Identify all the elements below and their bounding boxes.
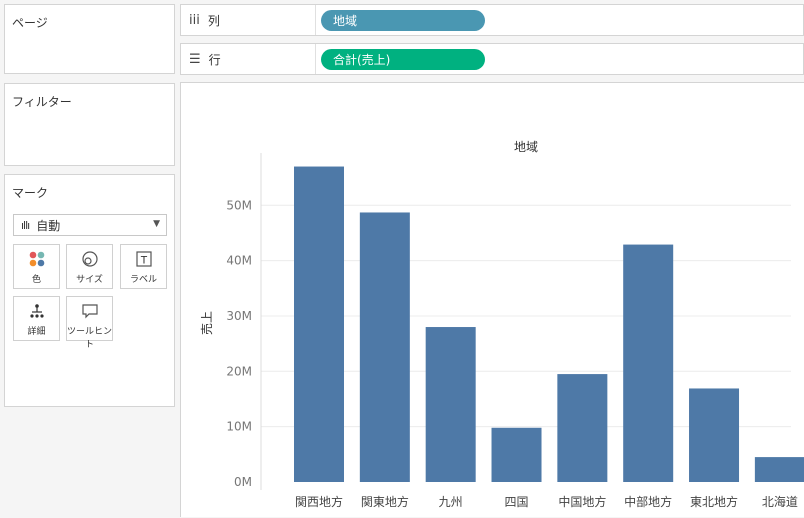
x-tick-label: 中国地方 bbox=[558, 494, 606, 509]
label-button[interactable]: T ラベル bbox=[120, 244, 167, 289]
bar bbox=[623, 244, 674, 482]
y-tick-label: 40M bbox=[226, 254, 252, 268]
rows-label-text: 行 bbox=[208, 52, 221, 67]
chart-view: 地域 0M 10M 20M 30M 40M 50M 売上関西地方 関東地方 九州 四国 中国地方 中部地… bbox=[180, 82, 804, 517]
x-tick-label: 九州 bbox=[439, 495, 463, 509]
y-tick-label: 20M bbox=[226, 364, 252, 378]
size-icon bbox=[67, 250, 112, 270]
bar-chart: 地域 0M 10M 20M 30M 40M 50M 売上関西地方 関東地方 九州 四国 中国地方 中部地… bbox=[199, 140, 804, 509]
label-label: ラベル bbox=[129, 275, 157, 285]
x-tick-label: 中部地方 bbox=[624, 494, 672, 509]
rows-shelf[interactable]: ☰ 行 合計(売上) bbox=[180, 43, 804, 75]
y-axis-label: 売上 bbox=[199, 311, 214, 335]
x-tick-label: 関西地方 bbox=[295, 494, 343, 509]
x-tick-label: 東北地方 bbox=[690, 494, 738, 509]
bar bbox=[359, 212, 410, 482]
color-label: 色 bbox=[31, 275, 41, 285]
bar bbox=[557, 374, 608, 482]
size-button[interactable]: サイズ bbox=[66, 244, 113, 289]
pages-title: ページ bbox=[12, 16, 48, 30]
pages-panel[interactable]: ページ bbox=[4, 4, 175, 74]
color-button[interactable]: 色 bbox=[13, 244, 60, 289]
marks-panel: マーク ıllı 自動 ▼ 色 サイズ T ラベル 詳細 ツールヒント bbox=[4, 174, 175, 407]
color-dots-icon bbox=[14, 250, 59, 270]
columns-shelf-label: iii 列 bbox=[181, 5, 316, 35]
mark-type-value: 自動 bbox=[36, 218, 61, 233]
y-tick-label: 30M bbox=[226, 309, 252, 323]
tooltip-label: ツールヒント bbox=[67, 327, 113, 350]
rows-icon: ☰ bbox=[189, 51, 201, 67]
x-tick-label: 四国 bbox=[505, 495, 529, 509]
chart-title: 地域 bbox=[514, 140, 538, 154]
chevron-down-icon: ▼ bbox=[153, 219, 160, 229]
columns-label-text: 列 bbox=[207, 13, 220, 28]
x-tick-label: 関東地方 bbox=[361, 494, 409, 509]
detail-icon bbox=[14, 302, 59, 322]
size-label: サイズ bbox=[76, 275, 103, 285]
y-tick-label: 10M bbox=[226, 420, 252, 434]
filters-panel[interactable]: フィルター bbox=[4, 83, 175, 166]
columns-shelf[interactable]: iii 列 地域 bbox=[180, 4, 804, 36]
svg-text:T: T bbox=[140, 255, 147, 267]
bar bbox=[491, 427, 542, 482]
bar bbox=[425, 327, 476, 482]
marks-title: マーク bbox=[12, 186, 49, 200]
y-tick-label: 50M bbox=[226, 198, 252, 212]
region-pill[interactable]: 地域 bbox=[321, 10, 485, 31]
x-tick-label: 北海道 bbox=[762, 494, 798, 509]
bar bbox=[294, 166, 344, 482]
y-tick-label: 0M bbox=[234, 475, 252, 489]
tooltip-button[interactable]: ツールヒント bbox=[66, 296, 113, 350]
sales-sum-pill[interactable]: 合計(売上) bbox=[321, 49, 485, 70]
detail-label: 詳細 bbox=[27, 327, 46, 337]
mark-type-dropdown[interactable]: ıllı 自動 ▼ bbox=[13, 214, 167, 236]
tooltip-icon bbox=[67, 302, 112, 322]
label-icon: T bbox=[121, 250, 166, 270]
bar bbox=[689, 388, 740, 482]
detail-button[interactable]: 詳細 bbox=[13, 296, 60, 341]
filters-title: フィルター bbox=[12, 95, 72, 109]
rows-shelf-label: ☰ 行 bbox=[181, 44, 316, 74]
columns-icon: iii bbox=[189, 12, 200, 28]
bar-chart-icon: ıllı bbox=[21, 218, 30, 232]
bar bbox=[754, 457, 804, 482]
